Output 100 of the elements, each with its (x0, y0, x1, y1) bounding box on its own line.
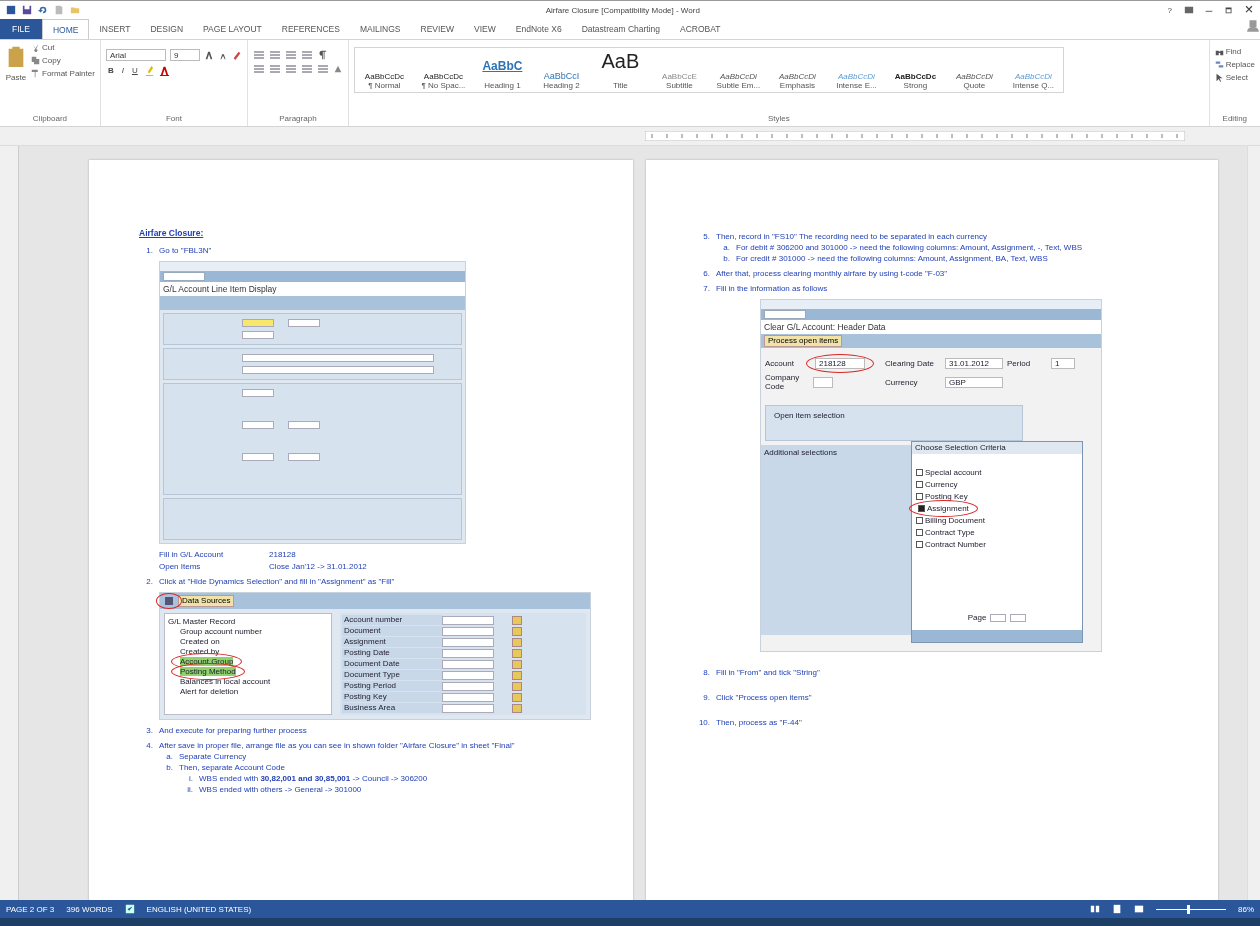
toolbar-button[interactable]: Data Sources (178, 595, 235, 607)
format-button[interactable]: B (105, 66, 116, 75)
replace-button[interactable]: Replace (1214, 60, 1255, 69)
read-mode-icon[interactable] (1090, 904, 1100, 914)
checkbox[interactable] (916, 529, 923, 536)
ribbon-tab[interactable]: EndNote X6 (505, 19, 572, 39)
checkbox[interactable] (916, 493, 923, 500)
save-icon[interactable] (22, 5, 32, 15)
command-field[interactable] (764, 310, 806, 319)
checkbox-option[interactable]: Posting Key (916, 492, 1078, 501)
language-indicator[interactable]: ENGLISH (UNITED STATES) (146, 904, 252, 914)
page-count[interactable]: PAGE 2 OF 3 (6, 904, 55, 914)
ribbon-tab[interactable]: FILE (0, 19, 42, 39)
center-icon[interactable] (268, 64, 281, 74)
word-count[interactable]: 396 WORDS (66, 904, 113, 914)
tree-item[interactable]: Created on (180, 637, 220, 646)
checkbox-option[interactable]: Special account (916, 468, 1078, 477)
ribbon-tab[interactable]: DESIGN (140, 19, 194, 39)
font-size-field[interactable]: 9 (169, 49, 200, 61)
format-button[interactable]: U (129, 66, 140, 75)
style-option[interactable]: AaBbCcDi Intense E... (826, 48, 886, 92)
ribbon-tab[interactable]: INSERT (89, 19, 141, 39)
shading-icon[interactable] (332, 64, 343, 74)
ribbon-tab[interactable]: PAGE LAYOUT (193, 19, 272, 39)
checkbox-option[interactable]: Contract Type (916, 528, 1078, 537)
font-name-field[interactable]: Arial (105, 49, 166, 61)
bullets-icon[interactable] (252, 50, 265, 60)
style-option[interactable]: AaBbCcDi Subtle Em... (708, 48, 768, 92)
checkbox[interactable] (916, 541, 923, 548)
ribbon-tab[interactable]: REFERENCES (271, 19, 350, 39)
zoom-level[interactable]: 86% (1238, 904, 1254, 914)
checkbox[interactable] (918, 505, 925, 512)
tree-item[interactable]: Posting Method (180, 667, 236, 676)
style-option[interactable]: AaBbCcDi Intense Q... (1003, 48, 1063, 92)
tree-item[interactable]: Group account number (180, 627, 262, 636)
proofing-icon[interactable] (124, 904, 135, 914)
multilevel-list-icon[interactable] (284, 50, 297, 60)
style-option[interactable]: AaBbCcDc ¶ Normal (354, 48, 414, 92)
cut-button[interactable]: Cut (31, 43, 95, 52)
ribbon-display-icon[interactable] (1184, 5, 1194, 15)
field-value: Close Jan'12 -> 31.01.2012 (269, 562, 368, 571)
format-painter-button[interactable]: Format Painter (31, 69, 95, 78)
checkbox[interactable] (916, 481, 923, 488)
style-option[interactable]: AaBbCcI Heading 2 (531, 48, 591, 92)
ribbon-tab[interactable]: REVIEW (410, 19, 465, 39)
replace-icon (1214, 60, 1224, 69)
style-option[interactable]: AaBbCcDi Quote (944, 48, 1004, 92)
checkbox[interactable] (916, 517, 923, 524)
tree-item[interactable]: Account Group (180, 657, 234, 666)
tree-item[interactable]: Alert for deletion (180, 687, 239, 696)
ribbon-tab[interactable]: VIEW (464, 19, 506, 39)
clear-format-icon[interactable] (231, 50, 242, 60)
list-number: 6. (702, 269, 710, 278)
print-layout-icon[interactable] (1112, 904, 1122, 914)
style-option[interactable]: AaB Title (590, 48, 650, 92)
grow-font-icon[interactable] (203, 50, 214, 60)
web-layout-icon[interactable] (1134, 904, 1144, 914)
folder-icon[interactable] (70, 5, 80, 15)
copy-icon (31, 56, 40, 65)
ribbon-tab[interactable]: ACROBAT (670, 19, 731, 39)
align-right-icon[interactable] (284, 64, 297, 74)
align-left-icon[interactable] (252, 64, 265, 74)
paste-button[interactable]: Paste (5, 73, 27, 82)
style-option[interactable]: AaBbCcDc Strong (885, 48, 945, 92)
zoom-thumb[interactable] (1187, 904, 1191, 914)
checkbox[interactable] (916, 469, 923, 476)
undo-icon[interactable] (38, 5, 48, 15)
restore-icon[interactable] (1224, 5, 1234, 15)
find-button[interactable]: Find (1214, 47, 1255, 56)
group-label: Font (164, 114, 183, 125)
checkbox-option[interactable]: Contract Number (916, 540, 1078, 549)
style-option[interactable]: AaBbCcDi Emphasis (767, 48, 827, 92)
style-option[interactable]: AaBbCcE Subtitle (649, 48, 709, 92)
help-button[interactable]: ? (1165, 5, 1174, 15)
copy-button[interactable]: Copy (31, 56, 95, 65)
style-option[interactable]: AaBbCcDc ¶ No Spac... (413, 48, 473, 92)
document-icon[interactable] (54, 5, 64, 15)
style-option[interactable]: AaBbC Heading 1 (472, 48, 532, 92)
field-label: Period (1007, 359, 1032, 368)
input-field (442, 692, 494, 702)
list-text: And execute for preparing further process (159, 726, 307, 735)
checkbox-option[interactable]: Currency (916, 480, 1078, 489)
input-field: 218128 (815, 358, 865, 369)
select-button[interactable]: Select (1214, 73, 1255, 82)
checkbox-option[interactable]: Billing Document (916, 516, 1078, 525)
tree-item[interactable]: Balances in local account (180, 677, 271, 686)
numbering-icon[interactable] (268, 50, 281, 60)
list-text: After save in proper file, arrange file as you can see in shown folder "Airfare Closure" in sheet "Final" (159, 741, 515, 750)
app-icon[interactable] (6, 5, 16, 15)
close-icon[interactable] (1244, 5, 1254, 15)
format-button[interactable]: I (119, 66, 126, 75)
tree-item[interactable]: G/L Master Record (168, 617, 328, 626)
ribbon-tab[interactable]: MAILINGS (349, 19, 411, 39)
toolbar-button[interactable]: Process open items (764, 335, 843, 347)
scrollbar[interactable] (1247, 146, 1260, 900)
ribbon-tab[interactable]: Datastream Charting (571, 19, 671, 39)
checkbox-option[interactable]: Assignment (918, 504, 969, 513)
command-field[interactable] (163, 272, 205, 281)
font-color-icon[interactable] (158, 65, 170, 76)
ribbon-tab[interactable]: HOME (41, 19, 90, 39)
